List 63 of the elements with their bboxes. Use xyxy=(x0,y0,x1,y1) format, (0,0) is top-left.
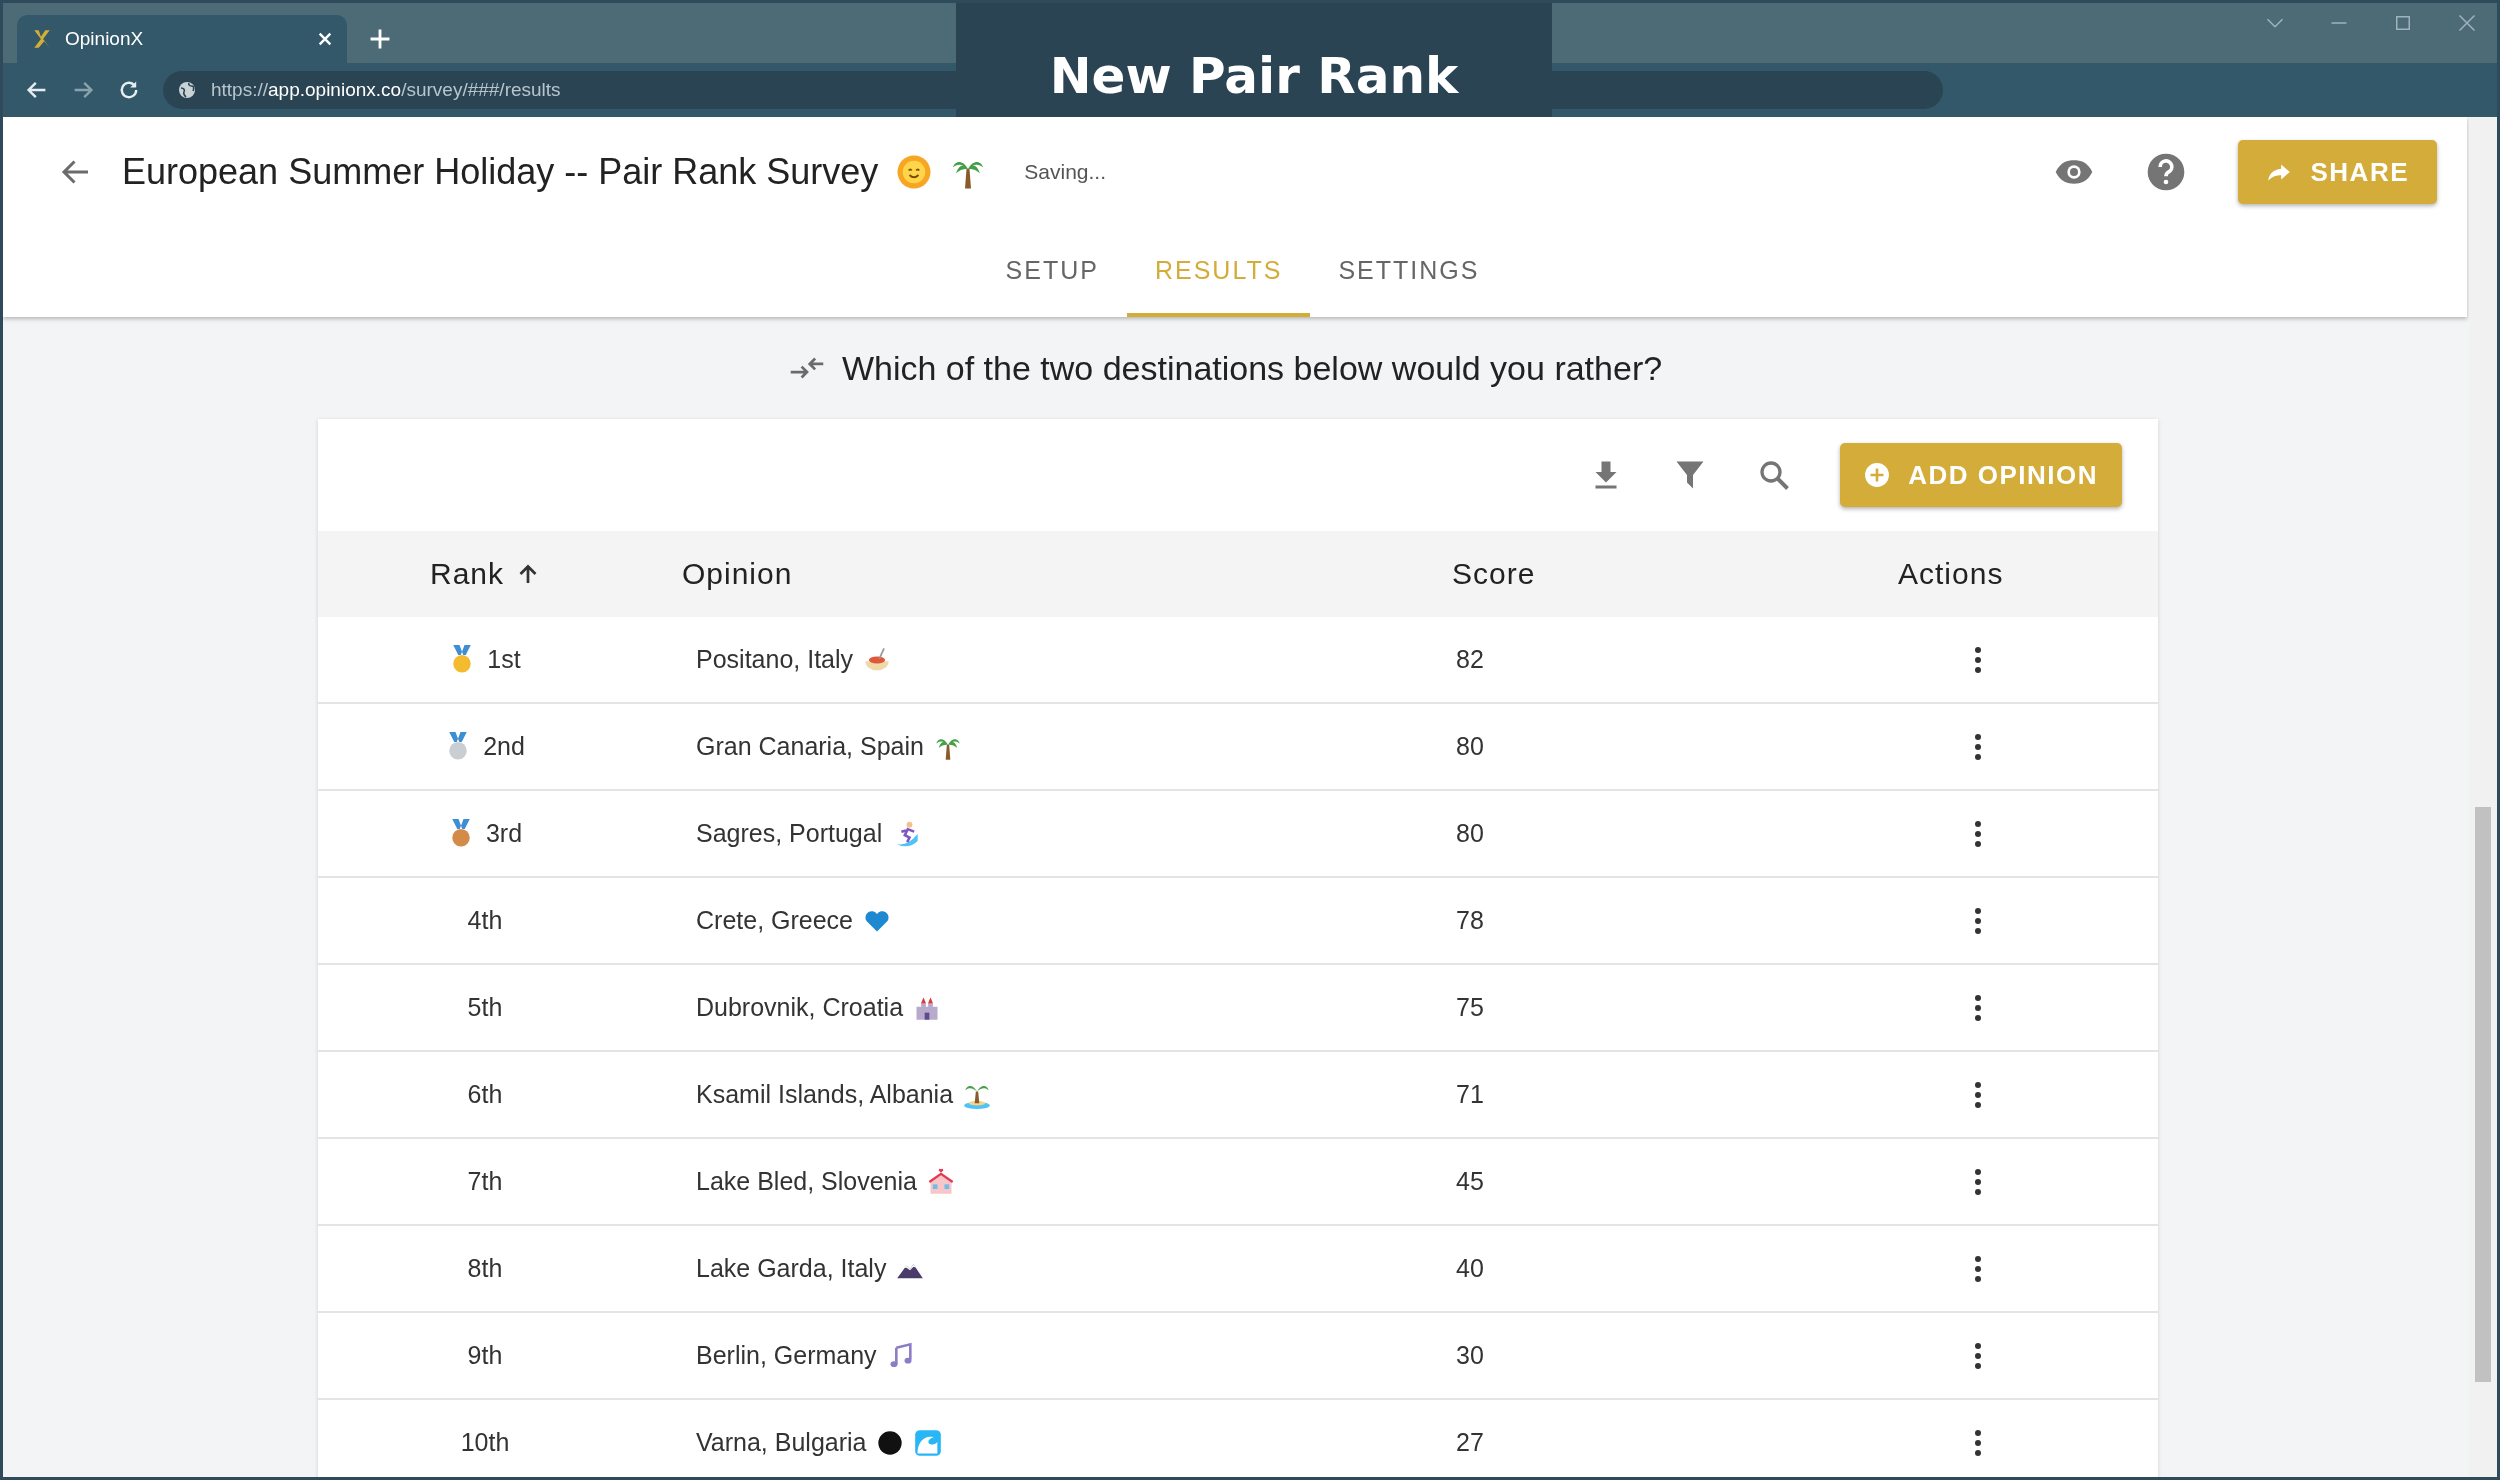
more-options-icon[interactable] xyxy=(1974,818,1982,849)
opinion-cell: Berlin, Germany xyxy=(696,1341,877,1370)
more-options-icon[interactable] xyxy=(1974,1166,1982,1197)
score-cell: 82 xyxy=(1456,645,1484,673)
more-options-icon[interactable] xyxy=(1974,1079,1982,1110)
score-cell: 78 xyxy=(1456,906,1484,934)
survey-title: European Summer Holiday -- Pair Rank Survey xyxy=(122,151,879,193)
score-cell: 80 xyxy=(1456,819,1484,847)
score-cell: 75 xyxy=(1456,993,1484,1021)
more-options-icon[interactable] xyxy=(1974,1427,1982,1458)
rank-cell: 6th xyxy=(467,1080,503,1109)
banner-title: New Pair Rank xyxy=(1049,47,1459,105)
column-header[interactable]: Opinion xyxy=(682,557,793,591)
column-header[interactable]: Rank xyxy=(429,557,504,591)
tab[interactable]: SETUP xyxy=(977,227,1127,317)
rank-cell: 2nd xyxy=(483,732,525,761)
opinion-cell: Crete, Greece xyxy=(696,906,853,935)
smiling-sun-icon xyxy=(896,154,933,190)
tab[interactable]: SETTINGS xyxy=(1310,227,1508,317)
column-header[interactable]: Actions xyxy=(1898,557,2004,591)
maximize-icon[interactable] xyxy=(2393,13,2413,33)
opinion-cell: Ksamil Islands, Albania xyxy=(696,1080,954,1109)
opinion-cell: Lake Garda, Italy xyxy=(696,1254,887,1283)
scrollbar[interactable] xyxy=(2469,117,2497,1477)
opinion-cell: Positano, Italy xyxy=(696,645,854,674)
help-icon[interactable] xyxy=(2146,152,2187,192)
question-text: Which of the two destinations below would you rather? xyxy=(841,348,1663,388)
tab-title: OpinionX xyxy=(65,28,145,50)
chapel-icon xyxy=(927,1167,955,1196)
wave-icon xyxy=(914,1428,943,1457)
more-options-icon[interactable] xyxy=(1974,992,1982,1023)
rank-cell: 9th xyxy=(467,1341,503,1370)
score-cell: 71 xyxy=(1456,1080,1484,1108)
rank-cell: 4th xyxy=(467,906,503,935)
rank-cell: 3rd xyxy=(485,819,523,848)
rank-cell: 5th xyxy=(467,993,503,1022)
browser-tab[interactable]: OpinionX xyxy=(17,15,347,63)
circle-icon xyxy=(876,1428,905,1457)
opinion-cell: Gran Canaria, Spain xyxy=(696,732,924,761)
globe-icon xyxy=(177,80,197,100)
plus-circle-icon xyxy=(1864,462,1891,488)
score-cell: 30 xyxy=(1456,1341,1484,1369)
more-options-icon[interactable] xyxy=(1974,644,1982,675)
rank-cell: 1st xyxy=(487,645,521,674)
url-text: https://app.opinionx.co/survey/###/results xyxy=(211,79,561,101)
saving-status: Saving... xyxy=(1024,160,1107,184)
score-cell: 45 xyxy=(1456,1167,1484,1195)
score-cell: 27 xyxy=(1456,1428,1484,1456)
more-options-icon[interactable] xyxy=(1974,905,1982,936)
more-options-icon[interactable] xyxy=(1974,731,1982,762)
score-cell: 80 xyxy=(1456,732,1484,760)
new-tab-icon[interactable] xyxy=(369,28,391,50)
opinion-cell: Sagres, Portugal xyxy=(696,819,883,848)
more-options-icon[interactable] xyxy=(1974,1340,1982,1371)
opinion-cell: Varna, Bulgaria xyxy=(696,1428,867,1457)
more-options-icon[interactable] xyxy=(1974,1253,1982,1284)
score-cell: 40 xyxy=(1456,1254,1484,1282)
rank-cell: 7th xyxy=(467,1167,503,1196)
rank-cell: 10th xyxy=(460,1428,510,1457)
column-header[interactable]: Score xyxy=(1452,557,1536,590)
opinion-cell: Lake Bled, Slovenia xyxy=(696,1167,917,1196)
rank-cell: 8th xyxy=(467,1254,503,1283)
opinion-cell: Dubrovnik, Croatia xyxy=(696,993,904,1022)
